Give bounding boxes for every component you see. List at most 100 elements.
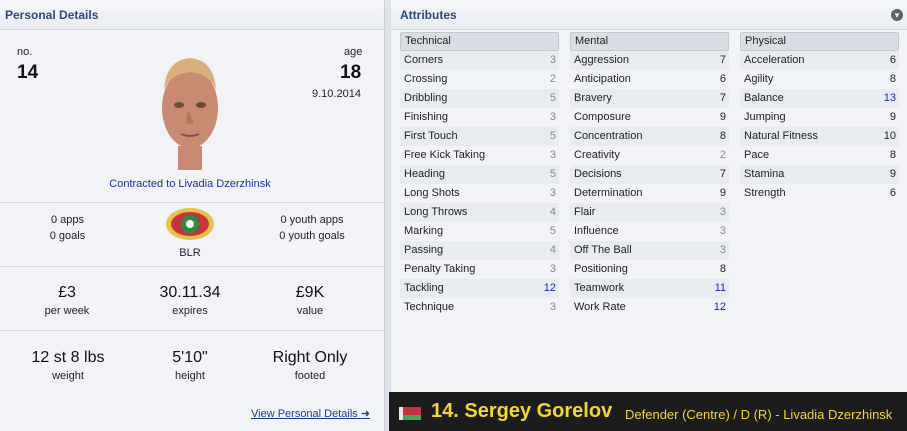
- attribute-value: 8: [889, 73, 896, 85]
- goals-count: 0 goals: [49, 230, 86, 242]
- attribute-row[interactable]: Technique 3: [400, 298, 559, 317]
- age-value: 18: [340, 62, 362, 83]
- contract-expiry-value: 30.11.34: [159, 284, 221, 301]
- attribute-name: Flair: [574, 206, 596, 218]
- attribute-name: Balance: [744, 92, 784, 104]
- attribute-row[interactable]: Flair 3: [570, 203, 729, 222]
- attribute-name: Teamwork: [574, 282, 625, 294]
- physical-header: Physical: [740, 32, 899, 51]
- attribute-row[interactable]: Concentration 8: [570, 127, 729, 146]
- view-personal-details-link[interactable]: View Personal Details ➜: [251, 407, 370, 420]
- attribute-name: Passing: [404, 244, 444, 256]
- attribute-value: 3: [549, 263, 556, 275]
- attribute-name: Crossing: [404, 73, 448, 85]
- attribute-value: 6: [719, 73, 726, 85]
- transfer-value-label: value: [296, 305, 324, 317]
- date-of-birth: 9.10.2014: [312, 88, 361, 100]
- squad-number-label: no.: [17, 46, 33, 58]
- attribute-value: 2: [719, 149, 726, 161]
- attribute-name: Strength: [744, 187, 786, 199]
- collapse-chevron-icon[interactable]: ▾: [891, 9, 903, 21]
- attribute-row[interactable]: Stamina 9: [740, 165, 899, 184]
- wage-label: per week: [44, 305, 90, 317]
- attribute-value: 7: [719, 54, 726, 66]
- attribute-value: 8: [719, 130, 726, 142]
- attribute-name: Anticipation: [574, 73, 631, 85]
- attribute-row[interactable]: Work Rate 12: [570, 298, 729, 317]
- attribute-row[interactable]: Decisions 7: [570, 165, 729, 184]
- attribute-name: Free Kick Taking: [404, 149, 486, 161]
- youth-goals-count: 0 youth goals: [279, 230, 345, 242]
- attribute-name: Pace: [744, 149, 770, 161]
- attribute-row[interactable]: Crossing 2: [400, 70, 559, 89]
- attribute-name: Off The Ball: [574, 244, 632, 256]
- attribute-row[interactable]: Pace 8: [740, 146, 899, 165]
- attribute-row[interactable]: First Touch 5: [400, 127, 559, 146]
- attribute-row[interactable]: Corners 3: [400, 51, 559, 70]
- attribute-value: 5: [549, 225, 556, 237]
- attribute-name: Aggression: [574, 54, 630, 66]
- attribute-value: 6: [889, 54, 896, 66]
- attribute-row[interactable]: Long Throws 4: [400, 203, 559, 222]
- nation-code: BLR: [179, 247, 201, 259]
- attribute-value: 3: [719, 225, 726, 237]
- attribute-row[interactable]: Agility 8: [740, 70, 899, 89]
- attribute-value: 3: [549, 187, 556, 199]
- attribute-row[interactable]: Acceleration 6: [740, 51, 899, 70]
- attribute-row[interactable]: Marking 5: [400, 222, 559, 241]
- attribute-row[interactable]: Passing 4: [400, 241, 559, 260]
- nation-crest-icon: [166, 208, 214, 240]
- physical-column: Physical Acceleration 6 Agility 8 Balance 13 J…: [740, 32, 899, 203]
- attribute-value: 13: [883, 92, 896, 104]
- personal-details-panel: Personal Details no. 14 age 18 9.10.2014…: [0, 0, 385, 431]
- preferred-foot-value: Right Only: [272, 349, 348, 366]
- attribute-name: Bravery: [574, 92, 612, 104]
- attribute-row[interactable]: Natural Fitness 10: [740, 127, 899, 146]
- attribute-row[interactable]: Jumping 9: [740, 108, 899, 127]
- attribute-value: 3: [549, 149, 556, 161]
- attribute-row[interactable]: Determination 9: [570, 184, 729, 203]
- attribute-value: 5: [549, 130, 556, 142]
- attribute-value: 5: [549, 168, 556, 180]
- attribute-row[interactable]: Teamwork 11: [570, 279, 729, 298]
- attribute-row[interactable]: Positioning 8: [570, 260, 729, 279]
- technical-column: Technical Corners 3 Crossing 2 Dribbling 5 Fin…: [400, 32, 559, 317]
- player-name: 14. Sergey Gorelov: [431, 400, 613, 422]
- contract-club-link[interactable]: Contracted to Livadia Dzerzhinsk: [60, 178, 320, 190]
- transfer-value: £9K: [295, 284, 325, 301]
- attribute-row[interactable]: Anticipation 6: [570, 70, 729, 89]
- attribute-row[interactable]: Finishing 3: [400, 108, 559, 127]
- attribute-row[interactable]: Strength 6: [740, 184, 899, 203]
- attribute-row[interactable]: Free Kick Taking 3: [400, 146, 559, 165]
- attribute-name: Determination: [574, 187, 643, 199]
- attribute-name: Marking: [404, 225, 444, 237]
- attribute-name: Decisions: [574, 168, 622, 180]
- attribute-name: Jumping: [744, 111, 786, 123]
- attribute-row[interactable]: Penalty Taking 3: [400, 260, 559, 279]
- attribute-value: 3: [549, 54, 556, 66]
- attribute-row[interactable]: Tackling 12: [400, 279, 559, 298]
- squad-number: 14: [17, 62, 39, 83]
- attribute-name: Creativity: [574, 149, 620, 161]
- attribute-name: Work Rate: [574, 301, 626, 313]
- attribute-row[interactable]: Balance 13: [740, 89, 899, 108]
- attribute-row[interactable]: Creativity 2: [570, 146, 729, 165]
- attribute-name: Corners: [404, 54, 444, 66]
- attribute-name: Long Shots: [404, 187, 460, 199]
- attribute-name: Dribbling: [404, 92, 448, 104]
- attribute-row[interactable]: Bravery 7: [570, 89, 729, 108]
- attribute-row[interactable]: Off The Ball 3: [570, 241, 729, 260]
- attribute-row[interactable]: Long Shots 3: [400, 184, 559, 203]
- attribute-value: 3: [719, 206, 726, 218]
- attribute-value: 6: [889, 187, 896, 199]
- attribute-row[interactable]: Influence 3: [570, 222, 729, 241]
- attribute-row[interactable]: Composure 9: [570, 108, 729, 127]
- weight-label: weight: [52, 370, 84, 382]
- attribute-row[interactable]: Dribbling 5: [400, 89, 559, 108]
- player-name-bar: 14. Sergey Gorelov Defender (Centre) / D…: [389, 392, 907, 431]
- attribute-name: Heading: [404, 168, 445, 180]
- attribute-row[interactable]: Aggression 7: [570, 51, 729, 70]
- player-face-image: [162, 58, 218, 170]
- age-label: age: [344, 46, 363, 58]
- attribute-row[interactable]: Heading 5: [400, 165, 559, 184]
